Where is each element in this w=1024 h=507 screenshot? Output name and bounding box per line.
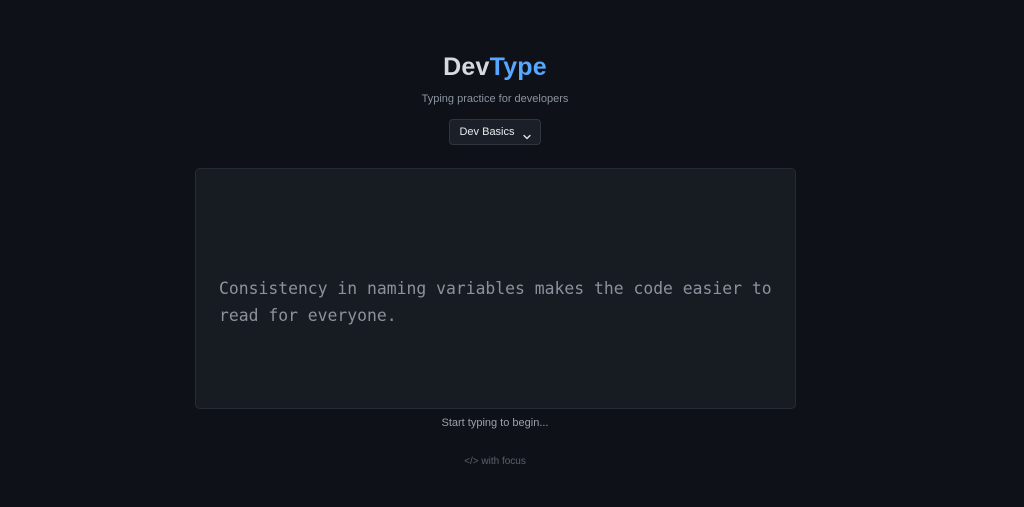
app-title-type: Type [489,53,547,81]
app-title: DevType [0,52,990,82]
mode-select[interactable]: Dev Basics [449,119,541,145]
chevron-down-icon [522,128,531,140]
app-title-dev: Dev [443,53,490,81]
app-subtitle: Typing practice for developers [421,93,569,105]
footer-text: </> with focus [464,456,526,467]
mode-select-value: Dev Basics [459,126,515,138]
status-message: Start typing to begin... [441,417,549,429]
app-page: DevType Typing practice for developers D… [0,0,1024,507]
typing-prompt-text: Consistency in naming variables makes th… [219,279,772,325]
typing-area[interactable]: Consistency in naming variables makes th… [195,168,796,409]
